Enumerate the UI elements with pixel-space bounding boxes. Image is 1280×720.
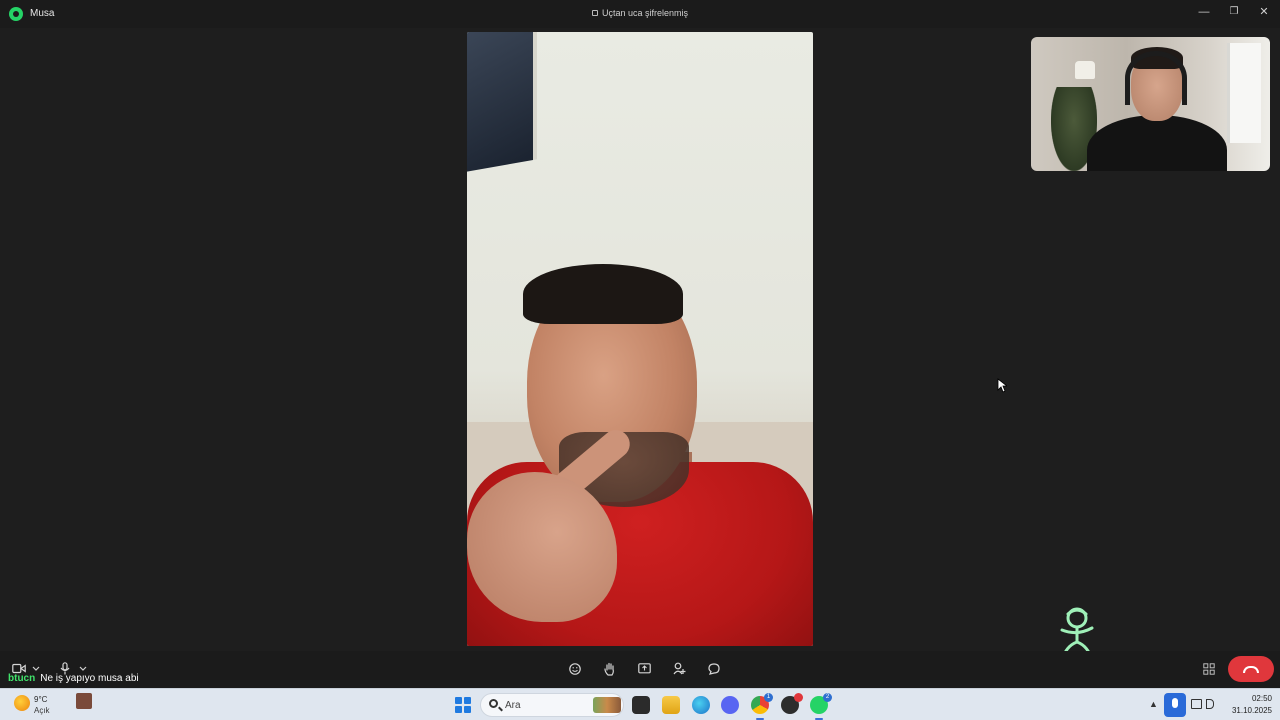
taskbar-search[interactable]: Ara <box>480 693 624 717</box>
wall-picture <box>467 32 537 172</box>
start-logo-tile <box>464 697 471 704</box>
whatsapp-badge: 2 <box>823 693 832 702</box>
task-view-icon[interactable] <box>632 696 650 714</box>
weather-sun-icon[interactable] <box>14 695 30 711</box>
raise-hand-icon[interactable] <box>604 662 616 676</box>
lamp <box>1075 61 1095 79</box>
chrome-badge: 1 <box>764 693 773 702</box>
start-button[interactable] <box>455 697 471 713</box>
microphone-in-use-icon[interactable] <box>1164 693 1186 717</box>
start-logo-tile <box>455 706 462 713</box>
app-icon[interactable] <box>781 693 803 714</box>
end-call-button[interactable] <box>1228 656 1274 682</box>
headset-icon <box>1125 51 1187 105</box>
file-explorer-icon[interactable] <box>662 696 680 714</box>
encryption-status: Uçtan uca şifrelenmiş <box>0 8 1280 18</box>
end-call-icon <box>1243 665 1259 673</box>
mouse-cursor-icon <box>997 378 1007 393</box>
whatsapp-taskbar-icon[interactable]: 2 <box>810 693 832 714</box>
mic-options-chevron-icon[interactable] <box>79 666 87 672</box>
share-screen-icon[interactable] <box>638 663 651 675</box>
discord-icon[interactable] <box>721 696 739 714</box>
tray-overflow-chevron-icon[interactable]: ▲ <box>1149 699 1158 709</box>
encryption-text: Uçtan uca şifrelenmiş <box>601 8 689 18</box>
edge-browser-icon[interactable] <box>692 696 710 714</box>
chat-icon[interactable] <box>708 663 720 675</box>
chrome-icon[interactable]: 1 <box>751 693 773 714</box>
chat-username: btucn <box>8 673 36 684</box>
remote-video[interactable] <box>467 32 813 646</box>
window <box>1227 43 1261 143</box>
self-video[interactable] <box>1031 37 1270 171</box>
search-icon <box>489 699 498 708</box>
network-icon[interactable] <box>1191 699 1202 709</box>
whatsapp-call-window: Musa Uçtan uca şifrelenmiş — ❐ ✕ btucn N… <box>0 0 1280 688</box>
pinned-thumbnail-icon[interactable] <box>76 693 92 709</box>
clock-time[interactable]: 02:50 <box>1228 694 1272 703</box>
lock-icon <box>591 10 598 16</box>
grid-layout-icon[interactable] <box>1203 663 1215 675</box>
start-logo-tile <box>464 706 471 713</box>
taskbar: 9°C Açık Ara 1 2 ▲ 02:50 31.10.2025 <box>0 688 1280 720</box>
emoji-icon[interactable] <box>569 663 581 675</box>
self-body <box>1087 115 1227 171</box>
restore-button[interactable]: ❐ <box>1224 4 1244 20</box>
stream-chat-message: btucn Ne iş yapıyo musa abi <box>8 673 139 684</box>
weather-condition[interactable]: Açık <box>34 706 50 715</box>
volume-icon[interactable] <box>1206 699 1214 709</box>
start-logo-tile <box>455 697 462 704</box>
search-highlight-image <box>593 697 621 713</box>
add-participant-icon[interactable] <box>673 662 686 676</box>
close-button[interactable]: ✕ <box>1254 4 1274 20</box>
clock-date[interactable]: 31.10.2025 <box>1222 706 1272 715</box>
app-notification-dot <box>794 693 803 702</box>
search-placeholder: Ara <box>505 700 521 711</box>
weather-temperature[interactable]: 9°C <box>34 695 47 704</box>
minimize-button[interactable]: — <box>1194 4 1214 20</box>
person-hair <box>523 264 683 324</box>
camera-options-chevron-icon[interactable] <box>32 666 40 672</box>
call-toolbar <box>0 651 1280 688</box>
chat-text: Ne iş yapıyo musa abi <box>40 673 139 684</box>
title-bar: Musa Uçtan uca şifrelenmiş — ❐ ✕ <box>0 0 1280 28</box>
